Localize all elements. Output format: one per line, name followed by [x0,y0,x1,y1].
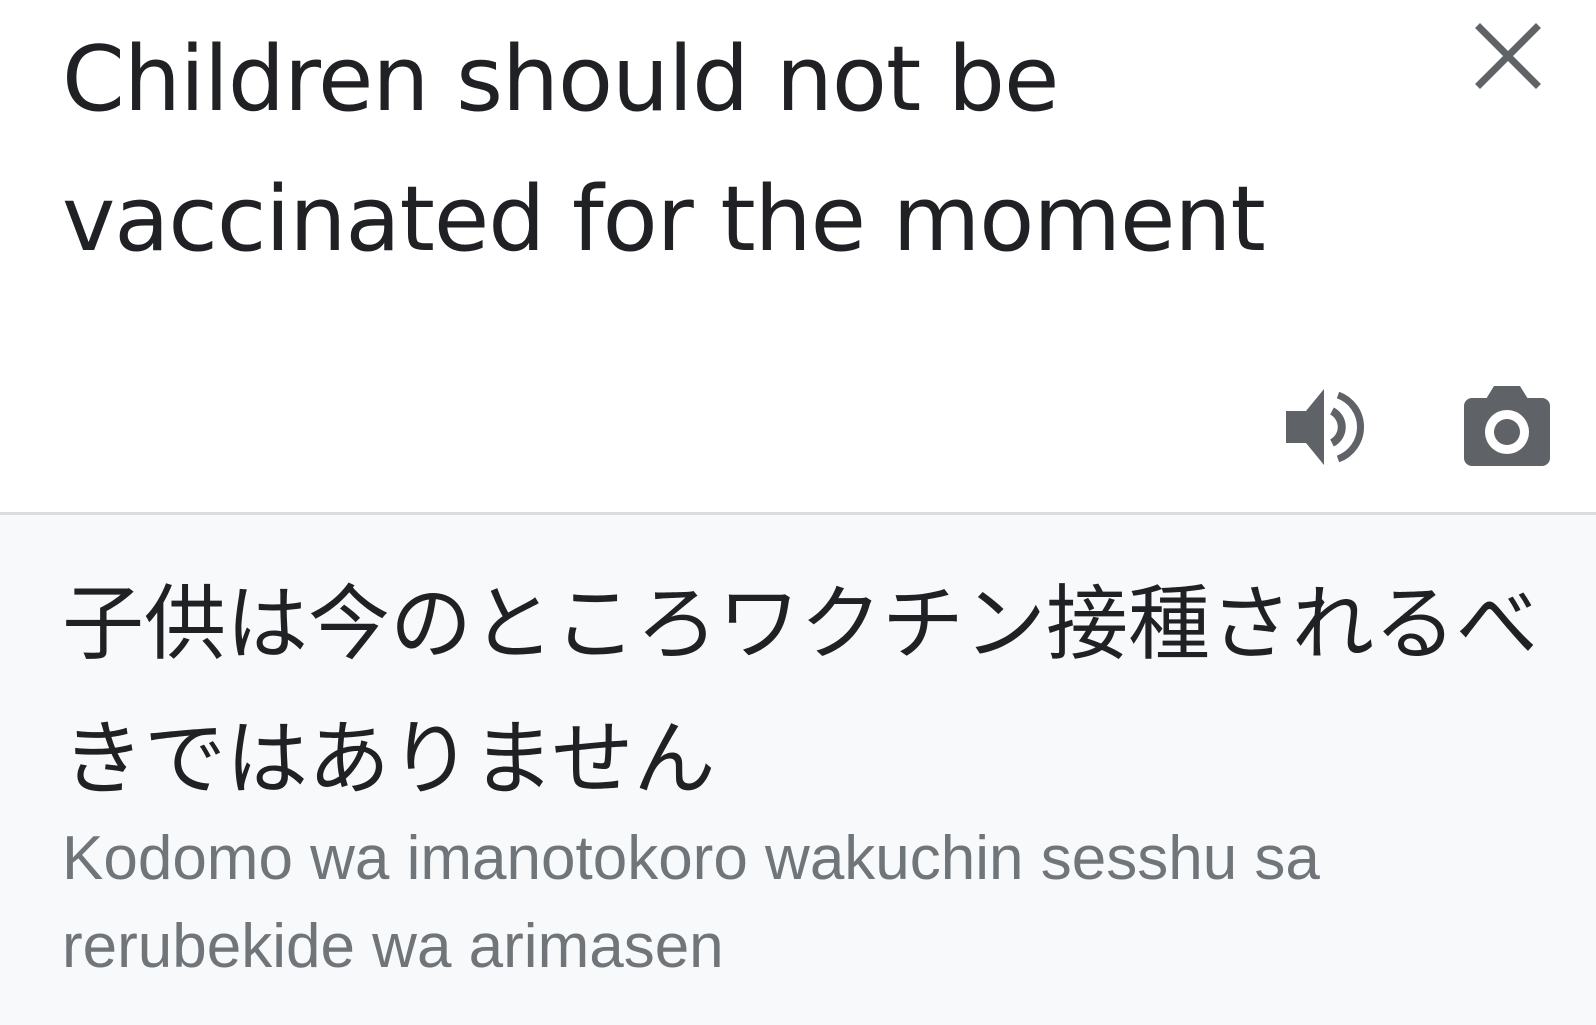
listen-button[interactable] [1282,385,1366,469]
translated-text[interactable]: 子供は今のところワクチン接種されるべきではありません [62,557,1552,827]
translation-panel: 子供は今のところワクチン接種されるべきではありません Kodomo wa ima… [0,515,1596,1025]
camera-button[interactable] [1462,382,1552,472]
source-panel: Children should not be vaccinated for th… [0,0,1596,512]
close-button[interactable] [1470,18,1546,94]
close-icon [1475,23,1541,89]
camera-icon [1464,386,1550,466]
speaker-icon [1286,389,1365,465]
source-text[interactable]: Children should not be vaccinated for th… [62,10,1402,290]
romanization-text: Kodomo wa imanotokoro wakuchin sesshu sa… [62,824,1320,981]
